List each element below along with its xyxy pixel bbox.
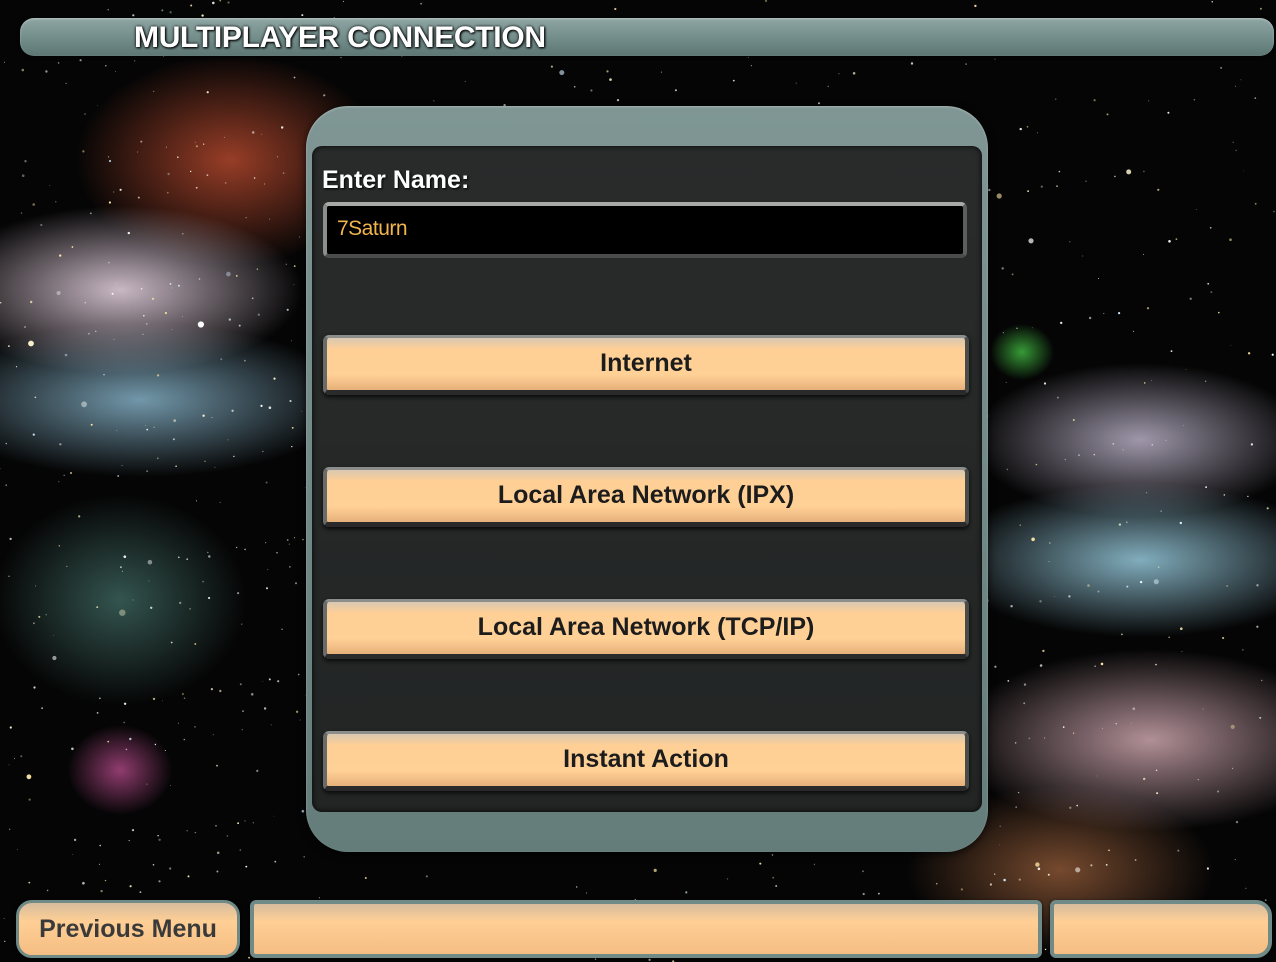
name-label: Enter Name:: [322, 166, 470, 194]
status-bar: [250, 900, 1042, 958]
page-title: MULTIPLAYER CONNECTION: [134, 21, 546, 54]
lan-tcpip-button[interactable]: Local Area Network (TCP/IP): [323, 599, 969, 659]
internet-button[interactable]: Internet: [323, 335, 969, 395]
game-screen: MULTIPLAYER CONNECTION Enter Name: 7Satu…: [0, 0, 1276, 962]
lan-ipx-button[interactable]: Local Area Network (IPX): [323, 467, 969, 527]
instant-action-button[interactable]: Instant Action: [323, 731, 969, 791]
previous-menu-button[interactable]: Previous Menu: [16, 900, 240, 958]
name-input[interactable]: 7Saturn: [323, 202, 967, 258]
side-status-box: [1050, 900, 1272, 958]
